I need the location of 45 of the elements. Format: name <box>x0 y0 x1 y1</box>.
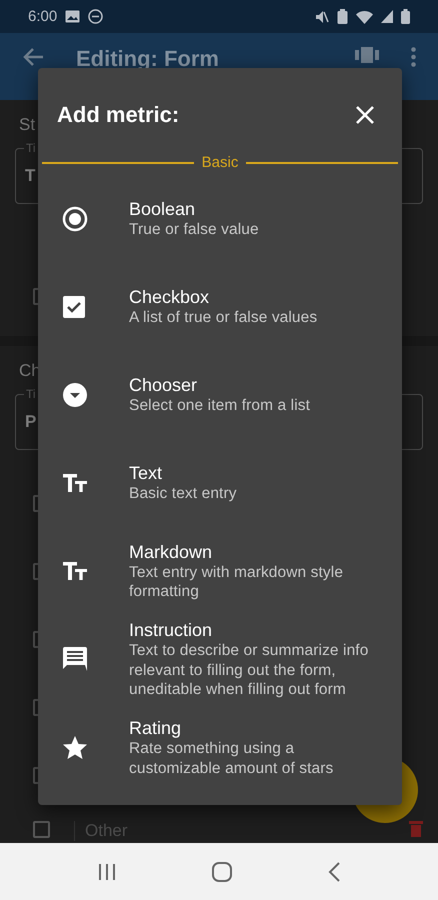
do-not-disturb-icon <box>88 9 104 24</box>
recent-apps-icon[interactable] <box>98 864 116 880</box>
text-size-icon <box>62 473 88 493</box>
option-checkbox[interactable] <box>33 821 50 838</box>
screen-title: Editing: Form <box>76 47 220 71</box>
message-icon <box>62 646 88 672</box>
battery-icon <box>401 9 410 24</box>
more-icon[interactable] <box>411 47 416 67</box>
dropdown-icon <box>62 382 88 408</box>
back-arrow-icon[interactable] <box>22 47 44 67</box>
field-label: Ti <box>24 387 38 401</box>
field-value: P <box>25 412 36 432</box>
status-time: 6:00 <box>28 8 58 25</box>
dialog-title: Add metric: <box>57 102 180 128</box>
metric-title[interactable]: Markdown <box>129 540 372 562</box>
metric-title[interactable]: Instruction <box>129 619 372 641</box>
metric-description: Basic text entry <box>129 484 238 504</box>
cards-icon[interactable] <box>355 47 379 63</box>
home-icon[interactable] <box>212 862 232 882</box>
metric-description: Text entry with markdown style formatting <box>129 562 344 602</box>
wifi-icon <box>356 10 373 24</box>
field-value: T <box>25 166 36 186</box>
radio-icon <box>62 206 88 232</box>
metric-title[interactable]: Rating <box>129 717 372 739</box>
section-label: Basic <box>202 154 238 171</box>
back-icon[interactable] <box>328 862 340 882</box>
metric-description: True or false value <box>129 220 260 240</box>
metric-title[interactable]: Chooser <box>129 374 372 396</box>
field-label: Ti <box>24 141 38 155</box>
battery-saver-icon <box>337 9 348 24</box>
metric-description: Text to describe or summarize info relevant to filling out the form, uneditable when filling out form <box>129 641 370 700</box>
star-icon <box>62 735 88 760</box>
metric-title[interactable]: Boolean <box>129 198 372 220</box>
checkbox-icon <box>62 295 86 319</box>
metric-description: Select one item from a list <box>129 396 312 416</box>
text-size-icon <box>62 561 88 581</box>
signal-icon <box>381 10 393 23</box>
image-icon <box>65 10 80 23</box>
metric-description: A list of true or false values <box>129 308 318 328</box>
mute-icon <box>315 10 329 24</box>
metric-title[interactable]: Text <box>129 462 372 484</box>
section-title: St <box>18 114 36 136</box>
close-button[interactable] <box>356 106 374 124</box>
metric-title[interactable]: Checkbox <box>129 286 372 308</box>
metric-description: Rate something using a customizable amount of stars <box>129 739 334 778</box>
